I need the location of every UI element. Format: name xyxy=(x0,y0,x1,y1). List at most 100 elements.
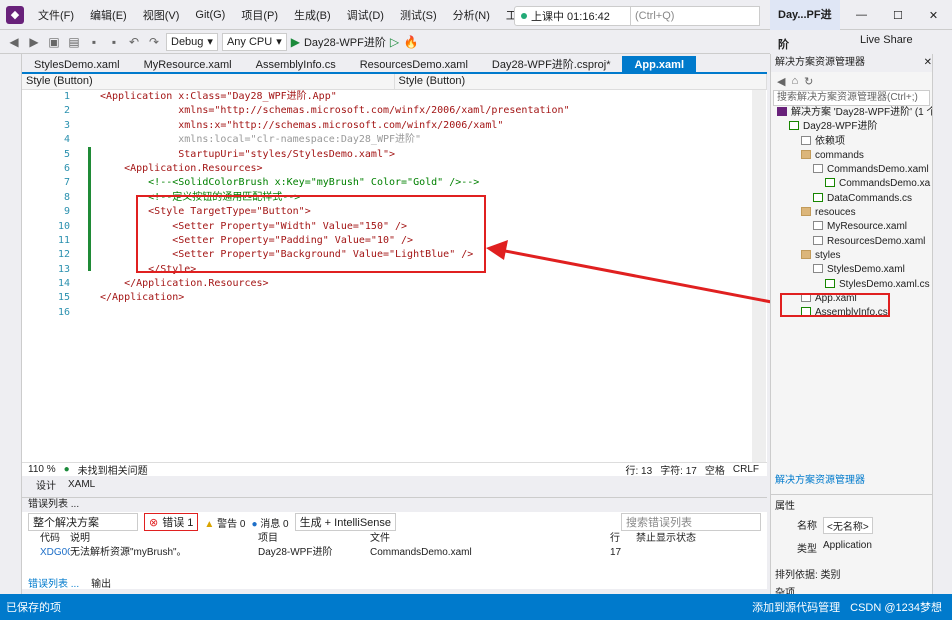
code-line[interactable]: xmlns:x="http://schemas.microsoft.com/wi… xyxy=(100,119,750,133)
open-folder-icon[interactable]: ▤ xyxy=(66,34,82,50)
build-select[interactable]: 生成 + IntelliSense xyxy=(294,513,397,531)
error-cell[interactable]: XDG006 xyxy=(40,546,70,560)
tree-item[interactable]: commands xyxy=(771,149,932,163)
back-icon[interactable]: ◀ xyxy=(777,75,785,88)
props-sort[interactable]: 排列依据: 类别 xyxy=(771,558,932,581)
props-name-field[interactable]: <无名称> xyxy=(823,517,873,534)
code-line[interactable]: xmlns="http://schemas.microsoft.com/winf… xyxy=(100,104,750,118)
liveshare-button[interactable]: Live Share xyxy=(860,34,913,46)
issues-text[interactable]: 未找到相关问题 xyxy=(78,462,148,477)
menu-item[interactable]: 视图(V) xyxy=(135,7,188,23)
scope-select[interactable]: 整个解决方案 xyxy=(28,513,138,531)
menu-item[interactable]: 编辑(E) xyxy=(82,7,135,23)
tree-item[interactable]: 解决方案 'Day28-WPF进阶' (1 个项 xyxy=(771,106,932,120)
code-line[interactable]: <Application x:Class="Day28_WPF进阶.App" xyxy=(100,90,750,104)
save-icon[interactable]: ▪ xyxy=(86,34,102,50)
tab-output[interactable]: 输出 xyxy=(91,575,111,590)
tree-item[interactable]: 依赖项 xyxy=(771,135,932,149)
tree-item[interactable]: ResourcesDemo.xaml xyxy=(771,235,932,249)
code-line[interactable]: <!--<SolidColorBrush x:Key="myBrush" Col… xyxy=(100,176,750,190)
menu-item[interactable]: 生成(B) xyxy=(286,7,339,23)
tree-item[interactable]: StylesDemo.xaml.cs xyxy=(771,278,932,292)
tree-item[interactable]: StylesDemo.xaml xyxy=(771,263,932,277)
sln-icon xyxy=(777,107,787,116)
vs-logo-icon[interactable]: ◆ xyxy=(6,6,24,24)
tree-item[interactable]: resouces xyxy=(771,206,932,220)
line-number: 16 xyxy=(57,306,70,318)
line-number: 13 xyxy=(57,263,70,275)
error-header[interactable]: 行 xyxy=(610,532,636,546)
code-line[interactable]: xmlns:local="clr-namespace:Day28_WPF进阶" xyxy=(100,133,750,147)
document-tab[interactable]: ResourcesDemo.xaml xyxy=(348,56,480,74)
back-icon[interactable]: ◀ xyxy=(6,34,22,50)
error-header[interactable]: 说明 xyxy=(70,532,258,546)
pin-icon[interactable]: ✕ xyxy=(924,54,932,72)
document-tab[interactable]: StylesDemo.xaml xyxy=(22,56,132,74)
tree-item[interactable]: MyResource.xaml xyxy=(771,220,932,234)
source-control-button[interactable]: 添加到源代码管理 xyxy=(752,599,840,615)
xaml-tab[interactable]: XAML xyxy=(68,479,95,490)
error-cell[interactable] xyxy=(636,546,726,560)
hot-reload-icon[interactable]: 🔥 xyxy=(403,34,419,50)
folder-icon xyxy=(801,149,811,159)
solution-search[interactable]: 搜索解决方案资源管理器(Ctrl+;) xyxy=(773,90,930,106)
search-input[interactable]: (Ctrl+Q) xyxy=(630,6,760,26)
warning-icon: ▲ xyxy=(204,518,215,530)
menu-item[interactable]: 分析(N) xyxy=(445,7,498,23)
nav-dropdown-left[interactable]: Style (Button) xyxy=(22,74,395,89)
error-header[interactable]: 项目 xyxy=(258,532,370,546)
document-tab[interactable]: MyResource.xaml xyxy=(132,56,244,74)
cs-icon xyxy=(825,278,835,288)
document-tab[interactable]: AssemblyInfo.cs xyxy=(244,56,348,74)
home-icon[interactable]: ⌂ xyxy=(791,75,798,87)
error-cell[interactable]: 无法解析资源"myBrush"。 xyxy=(70,546,258,560)
platform-select[interactable]: Any CPU ▾ xyxy=(221,32,287,51)
error-filter-button[interactable]: ⊗ 错误 1 xyxy=(144,513,199,531)
nav-dropdown-right[interactable]: Style (Button) xyxy=(395,74,767,89)
file-icon xyxy=(813,164,823,174)
code-line[interactable]: <Application.Resources> xyxy=(100,162,750,176)
menu-item[interactable]: 文件(F) xyxy=(30,7,82,23)
error-header[interactable]: 文件 xyxy=(370,532,610,546)
refresh-icon[interactable]: ↻ xyxy=(804,75,813,88)
error-header[interactable]: 代码 xyxy=(40,532,70,546)
tree-item[interactable]: CommandsDemo.xaml xyxy=(771,163,932,177)
maximize-icon[interactable]: ☐ xyxy=(893,9,903,22)
start-label[interactable]: Day28-WPF进阶 xyxy=(304,34,386,50)
error-cell[interactable]: 17 xyxy=(610,546,636,560)
design-tab[interactable]: 设计 xyxy=(36,477,56,492)
message-filter-button[interactable]: ● 消息 0 xyxy=(251,515,288,530)
menu-item[interactable]: 测试(S) xyxy=(392,7,445,23)
undo-icon[interactable]: ↶ xyxy=(126,34,142,50)
error-count: 错误 1 xyxy=(162,517,194,529)
solution-bottom-tab[interactable]: 解决方案资源管理器 xyxy=(775,471,865,486)
error-header[interactable]: 禁止显示状态 xyxy=(636,532,726,546)
menu-item[interactable]: 项目(P) xyxy=(233,7,286,23)
tree-item[interactable]: CommandsDemo.xa xyxy=(771,177,932,191)
menu-item[interactable]: Git(G) xyxy=(187,9,233,21)
config-select[interactable]: Debug ▾ xyxy=(166,32,218,51)
tree-item[interactable]: DataCommands.cs xyxy=(771,192,932,206)
error-cell[interactable]: Day28-WPF进阶 xyxy=(258,546,370,560)
new-item-icon[interactable]: ▣ xyxy=(46,34,62,50)
error-search[interactable]: 搜索错误列表 xyxy=(621,513,761,531)
props-name-row: 名称 <无名称> xyxy=(771,514,932,537)
error-cell[interactable]: CommandsDemo.xaml xyxy=(370,546,610,560)
redo-icon[interactable]: ↷ xyxy=(146,34,162,50)
document-tab[interactable]: Day28-WPF进阶.csproj* xyxy=(480,56,623,74)
minimize-icon[interactable]: — xyxy=(856,9,867,21)
document-tab[interactable]: App.xaml xyxy=(622,56,696,74)
close-icon[interactable]: ✕ xyxy=(929,9,938,22)
warning-filter-button[interactable]: ▲ 警告 0 xyxy=(204,515,245,530)
forward-icon[interactable]: ▶ xyxy=(26,34,42,50)
tree-item[interactable]: styles xyxy=(771,249,932,263)
tab-error-list[interactable]: 错误列表 ... xyxy=(28,575,79,590)
error-list-panel: 错误列表 ... 整个解决方案 ⊗ 错误 1 ▲ 警告 0 ● 消息 0 生成 +… xyxy=(22,497,767,590)
start-without-debug-icon[interactable]: ▷ xyxy=(390,35,399,49)
tree-item[interactable]: Day28-WPF进阶 xyxy=(771,120,932,134)
menu-item[interactable]: 调试(D) xyxy=(339,7,392,23)
code-line[interactable]: StartupUri="styles/StylesDemo.xaml"> xyxy=(100,148,750,162)
zoom-level[interactable]: 110 % xyxy=(28,464,56,475)
save-all-icon[interactable]: ▪ xyxy=(106,34,122,50)
start-icon[interactable]: ▶ xyxy=(291,35,300,49)
